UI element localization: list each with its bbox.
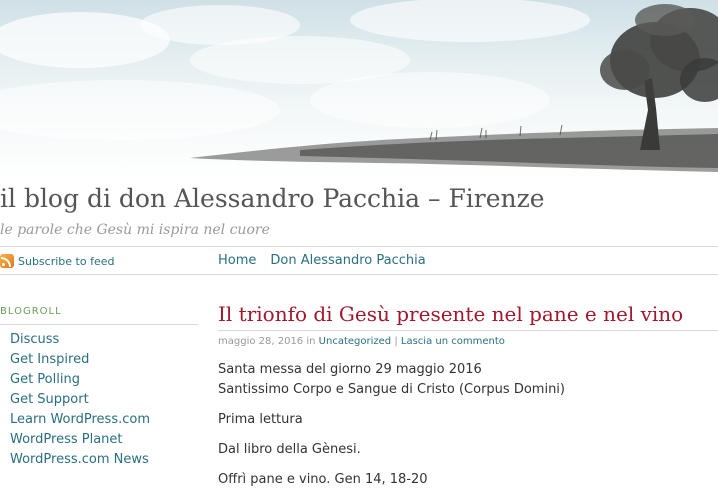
header-banner — [0, 0, 718, 180]
blogroll-link[interactable]: Discuss — [10, 331, 150, 351]
blogroll-link[interactable]: Learn WordPress.com — [10, 411, 150, 431]
post-meta-separator: | — [394, 336, 398, 347]
blogroll-link[interactable]: Get Polling — [10, 371, 150, 391]
subscribe-feed-link[interactable]: Subscribe to feed — [18, 255, 114, 268]
post-body: Santa messa del giorno 29 maggio 2016 Sa… — [218, 360, 565, 490]
main-nav: Home Don Alessandro Pacchia — [218, 253, 426, 268]
post-title-divider — [218, 330, 718, 331]
nav-item-don-alessandro[interactable]: Don Alessandro Pacchia — [270, 253, 425, 268]
site-title[interactable]: il blog di don Alessandro Pacchia – Fire… — [0, 184, 545, 213]
post-paragraph: Santissimo Corpo e Sangue di Cristo (Cor… — [218, 382, 565, 397]
subscribe-feed[interactable]: Subscribe to feed — [0, 254, 114, 268]
nav-item-home[interactable]: Home — [218, 253, 256, 268]
post-paragraph: Prima lettura — [218, 412, 303, 427]
post-paragraph: Offrì pane e vino. Gen 14, 18-20 — [218, 472, 428, 487]
sidebar-divider — [0, 324, 198, 325]
post-meta: maggio 28, 2016 in Uncategorized | Lasci… — [218, 336, 505, 347]
blogroll-link[interactable]: WordPress Planet — [10, 431, 150, 451]
blogroll-link[interactable]: Get Support — [10, 391, 150, 411]
blogroll-link[interactable]: WordPress.com News — [10, 451, 150, 471]
rss-icon — [0, 254, 14, 268]
divider — [0, 246, 718, 247]
landscape-illustration — [0, 0, 718, 172]
post-title[interactable]: Il trionfo di Gesù presente nel pane e n… — [218, 302, 683, 326]
blogroll-link[interactable]: Get Inspired — [10, 351, 150, 371]
post-comment-link[interactable]: Lascia un commento — [401, 336, 505, 347]
post-paragraph: Santa messa del giorno 29 maggio 2016 — [218, 362, 482, 377]
post-paragraph: Dal libro della Gènesi. — [218, 442, 361, 457]
blogroll-list: Discuss Get Inspired Get Polling Get Sup… — [10, 331, 150, 471]
site-tagline: le parole che Gesù mi ispira nel cuore — [0, 222, 270, 238]
post-date: maggio 28, 2016 — [218, 336, 304, 347]
post-category-link[interactable]: Uncategorized — [319, 336, 391, 347]
divider — [0, 274, 718, 275]
blogroll-heading: BLOGROLL — [0, 306, 62, 317]
post-meta-in: in — [306, 336, 316, 347]
